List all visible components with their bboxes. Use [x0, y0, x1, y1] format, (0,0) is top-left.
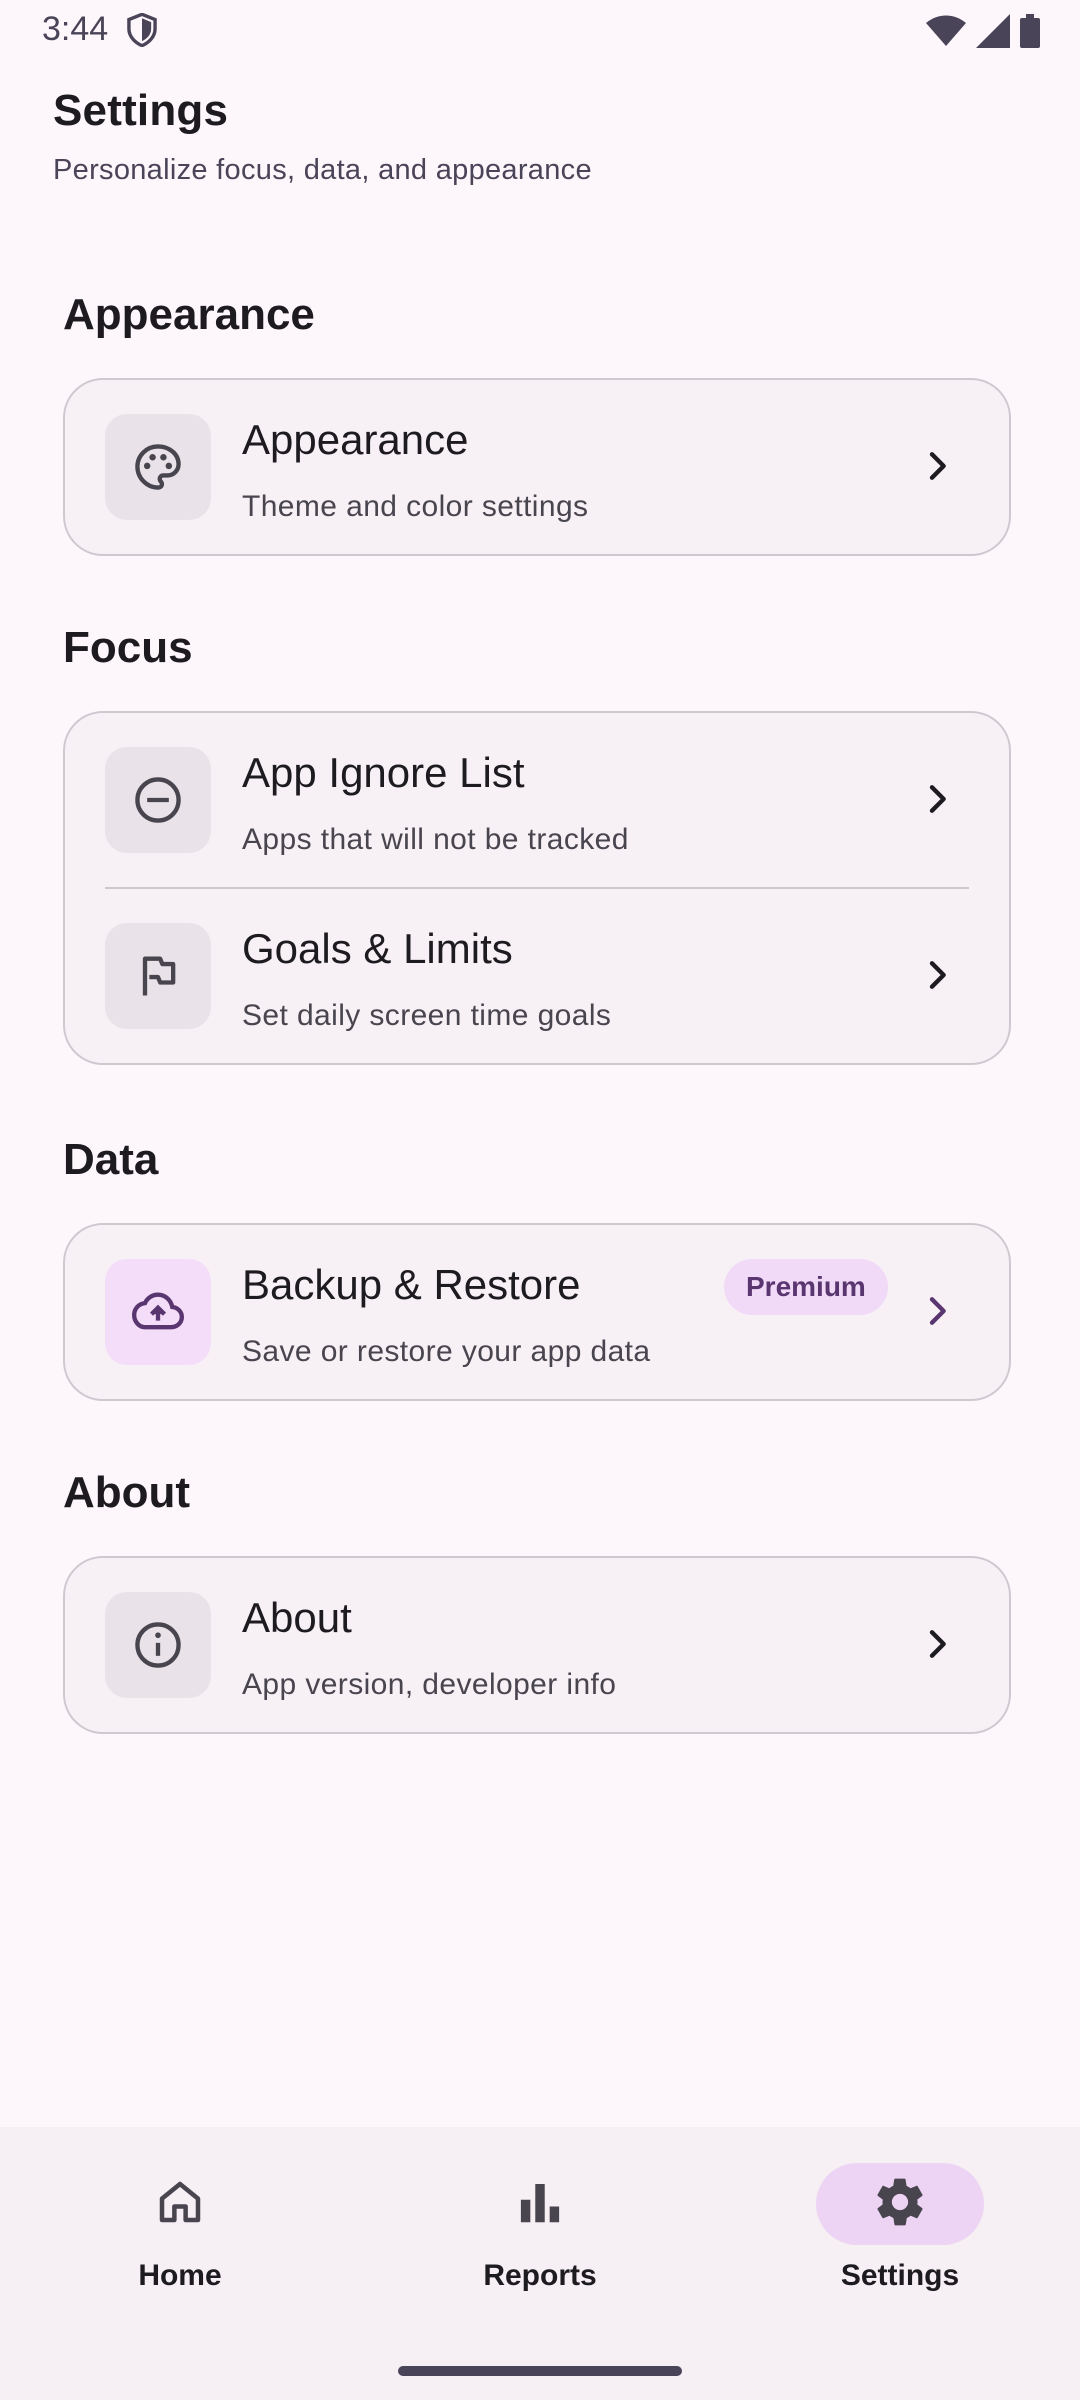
chevron-right-icon	[917, 779, 957, 824]
focus-card: App Ignore List Apps that will not be tr…	[63, 711, 1011, 1065]
section-title-data: Data	[63, 1135, 159, 1184]
settings-row-about[interactable]: About App version, developer info	[65, 1558, 1009, 1732]
nav-label: Settings	[840, 2259, 960, 2292]
settings-row-app-ignore-list[interactable]: App Ignore List Apps that will not be tr…	[65, 713, 1009, 887]
battery-icon	[1020, 14, 1040, 53]
nav-item-reports[interactable]: Reports	[410, 2163, 670, 2293]
chevron-right-icon	[917, 1624, 957, 1669]
bar-chart-icon	[513, 2175, 567, 2234]
premium-badge: Premium	[724, 1259, 888, 1315]
page-title: Settings	[53, 86, 229, 135]
gear-icon	[872, 2174, 928, 2235]
gesture-bar[interactable]	[398, 2366, 682, 2376]
flag-icon	[105, 923, 211, 1029]
home-icon	[153, 2175, 207, 2234]
row-subtitle: Apps that will not be tracked	[242, 823, 629, 856]
row-subtitle: App version, developer info	[242, 1668, 617, 1701]
status-time: 3:44	[42, 10, 109, 48]
chevron-right-icon	[917, 1291, 957, 1336]
minus-circle-icon	[105, 747, 211, 853]
row-subtitle: Set daily screen time goals	[242, 999, 612, 1032]
wifi-icon	[926, 15, 966, 52]
about-card: About App version, developer info	[63, 1556, 1011, 1734]
row-title: Goals & Limits	[242, 925, 513, 972]
signal-icon	[976, 14, 1010, 53]
row-title: About	[242, 1594, 352, 1641]
row-subtitle: Theme and color settings	[242, 490, 589, 523]
status-bar: 3:44	[0, 0, 1080, 60]
row-subtitle: Save or restore your app data	[242, 1335, 651, 1368]
appearance-card: Appearance Theme and color settings	[63, 378, 1011, 556]
nav-label: Home	[138, 2259, 222, 2292]
shield-icon	[126, 12, 158, 52]
chevron-right-icon	[917, 446, 957, 491]
section-title-appearance: Appearance	[63, 290, 315, 339]
page-header: Settings Personalize focus, data, and ap…	[53, 86, 592, 187]
row-title: App Ignore List	[242, 749, 525, 796]
section-title-about: About	[63, 1468, 191, 1517]
section-title-focus: Focus	[63, 623, 193, 672]
bottom-navigation: Home Reports Settings	[0, 2127, 1080, 2400]
settings-row-appearance[interactable]: Appearance Theme and color settings	[65, 380, 1009, 554]
row-title: Backup & Restore	[242, 1261, 581, 1308]
data-card: Backup & Restore Premium Save or restore…	[63, 1223, 1011, 1401]
cloud-upload-icon	[105, 1259, 211, 1365]
page-subtitle: Personalize focus, data, and appearance	[53, 154, 592, 186]
info-icon	[105, 1592, 211, 1698]
nav-label: Reports	[483, 2259, 597, 2292]
nav-item-settings[interactable]: Settings	[770, 2163, 1030, 2293]
chevron-right-icon	[917, 955, 957, 1000]
settings-row-backup-restore[interactable]: Backup & Restore Premium Save or restore…	[65, 1225, 1009, 1399]
nav-item-home[interactable]: Home	[50, 2163, 310, 2293]
row-title: Appearance	[242, 416, 469, 463]
settings-row-goals-limits[interactable]: Goals & Limits Set daily screen time goa…	[65, 889, 1009, 1063]
palette-icon	[105, 414, 211, 520]
